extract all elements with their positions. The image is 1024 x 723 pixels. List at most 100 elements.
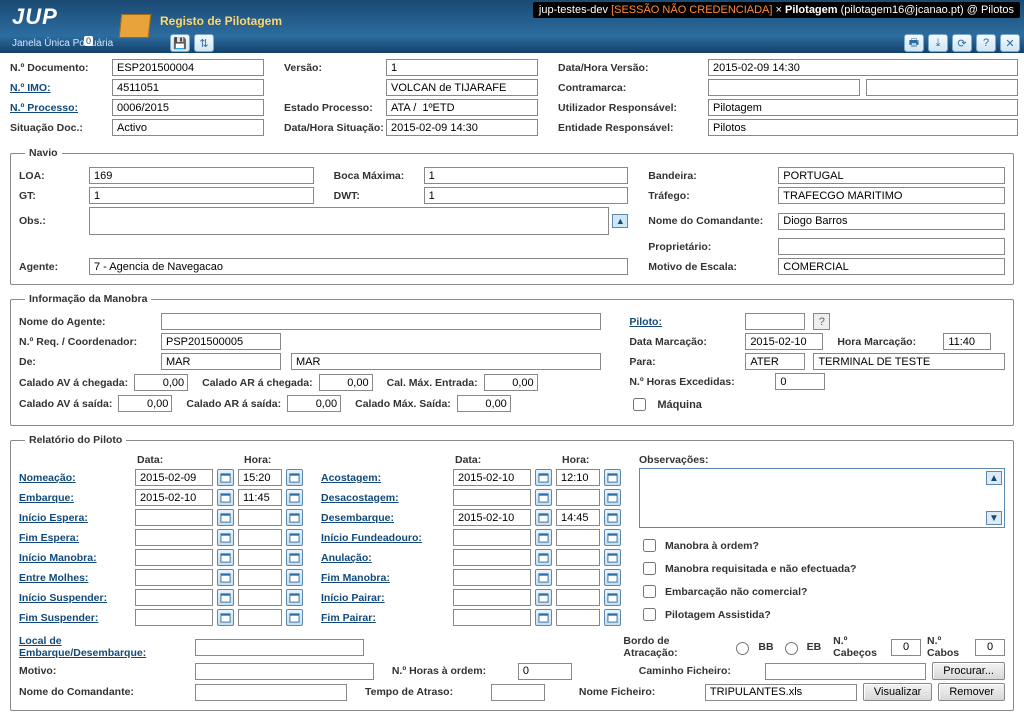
gt-field[interactable]	[89, 187, 314, 204]
n-imo-label[interactable]: N.º IMO:	[10, 82, 112, 94]
n-documento-field[interactable]	[112, 59, 264, 76]
date-time-picker-icon[interactable]	[217, 509, 234, 526]
nh-exc-field[interactable]	[775, 373, 825, 390]
rel-link[interactable]: Nomeação:	[19, 472, 131, 484]
rel-link[interactable]: Anulação:	[321, 552, 449, 564]
nreq-field[interactable]	[161, 333, 281, 350]
rel-link[interactable]: Fim Pairar:	[321, 612, 449, 624]
contramarca-field2[interactable]	[866, 79, 1018, 96]
boca-field[interactable]	[424, 167, 629, 184]
rel-link[interactable]: Embarque:	[19, 492, 131, 504]
close-icon[interactable]: ✕	[1000, 34, 1020, 52]
rel-time-field[interactable]	[238, 609, 282, 626]
visualizar-button[interactable]: Visualizar	[863, 683, 933, 701]
agente-field[interactable]	[89, 258, 628, 275]
date-time-picker-icon[interactable]	[604, 529, 621, 546]
para-field2[interactable]	[813, 353, 1005, 370]
rel-link[interactable]: Fim Suspender:	[19, 612, 131, 624]
nome-ficheiro-field[interactable]	[705, 684, 857, 701]
nh-ordem-field[interactable]	[518, 663, 572, 680]
date-time-picker-icon[interactable]	[286, 549, 303, 566]
date-time-picker-icon[interactable]	[535, 589, 552, 606]
rel-time-field[interactable]	[556, 509, 600, 526]
rel-date-field[interactable]	[453, 489, 531, 506]
refresh-icon[interactable]: ⟳	[952, 34, 972, 52]
date-time-picker-icon[interactable]	[604, 489, 621, 506]
manobra-ordem-checkbox[interactable]	[643, 539, 656, 552]
rel-time-field[interactable]	[556, 609, 600, 626]
rel-date-field[interactable]	[453, 469, 531, 486]
date-time-picker-icon[interactable]	[286, 529, 303, 546]
contramarca-field1[interactable]	[708, 79, 860, 96]
rel-time-field[interactable]	[238, 469, 282, 486]
dwt-field[interactable]	[424, 187, 629, 204]
obs-expand-icon[interactable]: ▲	[612, 214, 628, 228]
date-time-picker-icon[interactable]	[604, 609, 621, 626]
dh-versao-field[interactable]	[708, 59, 1018, 76]
estado-field[interactable]	[386, 99, 538, 116]
n-processo-field[interactable]	[112, 99, 264, 116]
bordo-bb-radio[interactable]	[736, 640, 749, 657]
date-time-picker-icon[interactable]	[535, 609, 552, 626]
car-sai-field[interactable]	[287, 395, 341, 412]
date-time-picker-icon[interactable]	[604, 589, 621, 606]
rel-date-field[interactable]	[453, 609, 531, 626]
date-time-picker-icon[interactable]	[217, 609, 234, 626]
date-time-picker-icon[interactable]	[604, 569, 621, 586]
de-field1[interactable]	[161, 353, 281, 370]
rel-link[interactable]: Início Manobra:	[19, 552, 131, 564]
cav-sai-field[interactable]	[118, 395, 172, 412]
local-embarque-field[interactable]	[195, 639, 364, 656]
emb-ncom-checkbox[interactable]	[643, 585, 656, 598]
date-time-picker-icon[interactable]	[535, 489, 552, 506]
dmarc-field[interactable]	[745, 333, 823, 350]
date-time-picker-icon[interactable]	[217, 549, 234, 566]
rel-date-field[interactable]	[135, 509, 213, 526]
obs-scroll-up-icon[interactable]: ▲	[986, 471, 1002, 485]
date-time-picker-icon[interactable]	[286, 489, 303, 506]
date-time-picker-icon[interactable]	[286, 569, 303, 586]
rel-link[interactable]: Desembarque:	[321, 512, 449, 524]
save-icon[interactable]: 💾	[170, 34, 190, 52]
rel-time-field[interactable]	[556, 529, 600, 546]
nome-agente-field[interactable]	[161, 313, 601, 330]
rel-time-field[interactable]	[238, 529, 282, 546]
entidade-field[interactable]	[708, 119, 1018, 136]
rel-time-field[interactable]	[238, 589, 282, 606]
rel-date-field[interactable]	[453, 569, 531, 586]
rel-date-field[interactable]	[135, 529, 213, 546]
help-icon[interactable]: ?	[976, 34, 996, 52]
date-time-picker-icon[interactable]	[535, 509, 552, 526]
obs-field[interactable]	[89, 207, 609, 235]
rel-time-field[interactable]	[238, 489, 282, 506]
notifications-badge[interactable]: 0	[84, 36, 93, 46]
rel-time-field[interactable]	[556, 469, 600, 486]
date-time-picker-icon[interactable]	[286, 589, 303, 606]
rel-link[interactable]: Fim Espera:	[19, 532, 131, 544]
rel-date-field[interactable]	[135, 569, 213, 586]
rel-time-field[interactable]	[556, 489, 600, 506]
date-time-picker-icon[interactable]	[286, 509, 303, 526]
rel-time-field[interactable]	[238, 569, 282, 586]
versao-field[interactable]	[386, 59, 538, 76]
n-processo-label[interactable]: N.º Processo:	[10, 102, 112, 114]
proprietario-field[interactable]	[778, 238, 1005, 255]
rel-date-field[interactable]	[135, 489, 213, 506]
rel-date-field[interactable]	[135, 609, 213, 626]
date-time-picker-icon[interactable]	[217, 469, 234, 486]
rel-link[interactable]: Acostagem:	[321, 472, 449, 484]
date-time-picker-icon[interactable]	[286, 469, 303, 486]
date-time-picker-icon[interactable]	[217, 489, 234, 506]
rel-date-field[interactable]	[453, 509, 531, 526]
date-time-picker-icon[interactable]	[217, 569, 234, 586]
rel-link[interactable]: Fim Manobra:	[321, 572, 449, 584]
car-cheg-field[interactable]	[319, 374, 373, 391]
cmax-sai-field[interactable]	[457, 395, 511, 412]
trafego-field[interactable]	[778, 187, 1005, 204]
comandante-field[interactable]	[778, 213, 1005, 230]
rel-time-field[interactable]	[556, 569, 600, 586]
procurar-button[interactable]: Procurar...	[932, 662, 1005, 680]
rel-time-field[interactable]	[556, 549, 600, 566]
rel-motivo-field[interactable]	[195, 663, 374, 680]
rel-date-field[interactable]	[135, 589, 213, 606]
